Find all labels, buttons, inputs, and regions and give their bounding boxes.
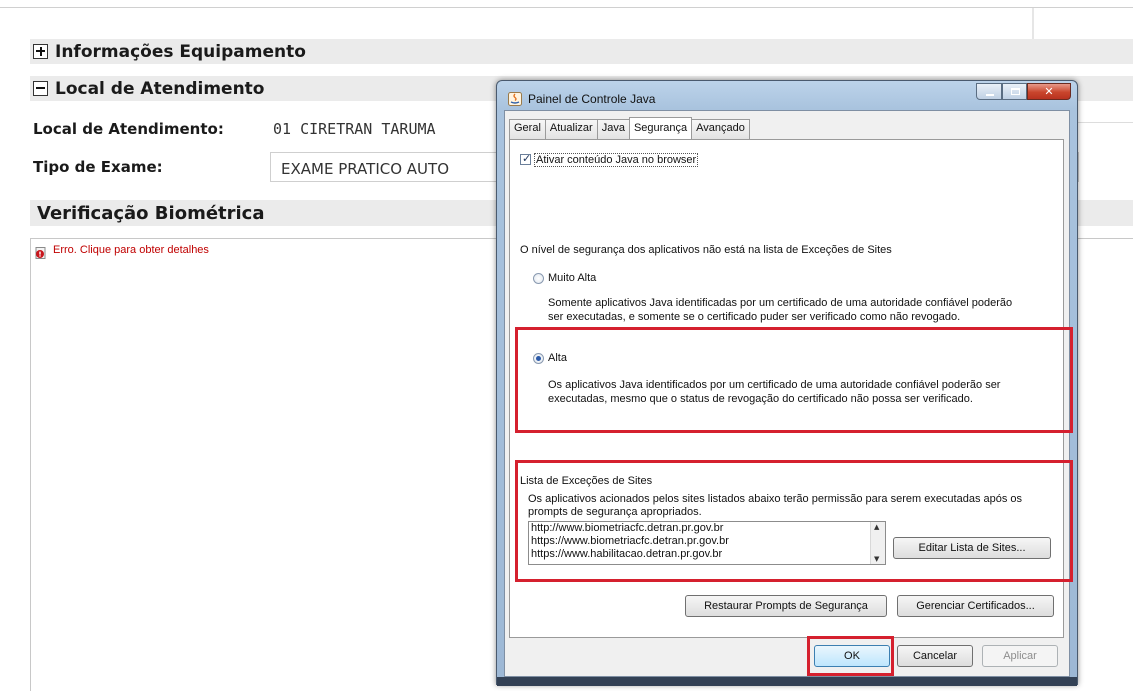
highlight-frame-exceptions <box>515 460 1073 582</box>
enable-java-label[interactable]: Ativar conteúdo Java no browser <box>534 153 699 167</box>
enable-java-checkbox[interactable]: ✓ <box>520 152 532 165</box>
java-control-panel-dialog: Painel de Controle Java ✕ Geral Atualiza… <box>496 80 1078 686</box>
radio-muito-alta[interactable] <box>533 273 544 284</box>
dialog-title: Painel de Controle Java <box>528 92 656 106</box>
local-value: 01 CIRETRAN TARUMA <box>273 120 436 138</box>
top-divider <box>0 7 1133 8</box>
security-level-note: O nível de segurança dos aplicativos não… <box>520 244 892 256</box>
select-edge <box>1078 152 1079 182</box>
section-info-equipamento[interactable]: Informações Equipamento <box>30 39 1133 64</box>
expand-plus-icon[interactable] <box>33 44 48 59</box>
tipo-exame-select[interactable]: EXAME PRATICO AUTO <box>270 152 500 182</box>
row-divider <box>1075 122 1133 123</box>
restore-prompts-button[interactable]: Restaurar Prompts de Segurança <box>685 595 887 617</box>
error-text[interactable]: Erro. Clique para obter detalhes <box>53 244 209 256</box>
minimize-button[interactable] <box>976 83 1002 100</box>
highlight-frame-alta <box>515 327 1073 433</box>
apply-button[interactable]: Aplicar <box>982 645 1058 667</box>
section-title: Informações Equipamento <box>55 41 306 62</box>
cancel-button[interactable]: Cancelar <box>897 645 973 667</box>
highlight-frame-ok <box>807 636 894 676</box>
tab-strip: Geral Atualizar Java Segurança Avançado <box>509 117 750 139</box>
close-icon: ✕ <box>1044 85 1054 98</box>
muito-alta-desc-1: Somente aplicativos Java identificadas p… <box>548 297 1013 309</box>
tab-java[interactable]: Java <box>596 119 630 139</box>
decorative-divider <box>1032 8 1034 42</box>
section-title: Local de Atendimento <box>55 78 265 99</box>
tab-atualizar[interactable]: Atualizar <box>544 119 598 139</box>
local-label: Local de Atendimento: <box>33 120 224 138</box>
tab-seguranca[interactable]: Segurança <box>628 117 693 139</box>
dialog-body: Geral Atualizar Java Segurança Avançado … <box>504 110 1073 677</box>
section-title: Verificação Biométrica <box>37 202 265 224</box>
dialog-titlebar[interactable]: Painel de Controle Java ✕ <box>497 81 1077 109</box>
maximize-icon <box>1011 88 1020 95</box>
muito-alta-desc-2: ser executadas, e somente se o certifica… <box>548 311 961 323</box>
collapse-minus-icon[interactable] <box>33 81 48 96</box>
tipo-label: Tipo de Exame: <box>33 158 163 176</box>
manage-certificates-button[interactable]: Gerenciar Certificados... <box>897 595 1054 617</box>
close-button[interactable]: ✕ <box>1027 83 1071 100</box>
tab-geral[interactable]: Geral <box>509 119 546 139</box>
radio-muito-alta-label[interactable]: Muito Alta <box>548 271 596 285</box>
error-link[interactable]: Erro. Clique para obter detalhes <box>35 244 209 259</box>
tab-avancado[interactable]: Avançado <box>691 119 750 139</box>
maximize-button[interactable] <box>1002 83 1027 100</box>
dialog-bottom-edge <box>497 677 1077 686</box>
checkmark-icon: ✓ <box>522 152 532 165</box>
minimize-icon <box>986 94 994 96</box>
security-tab-page: ✓ Ativar conteúdo Java no browser O níve… <box>509 139 1073 638</box>
error-icon <box>35 244 47 259</box>
java-icon <box>508 91 522 106</box>
